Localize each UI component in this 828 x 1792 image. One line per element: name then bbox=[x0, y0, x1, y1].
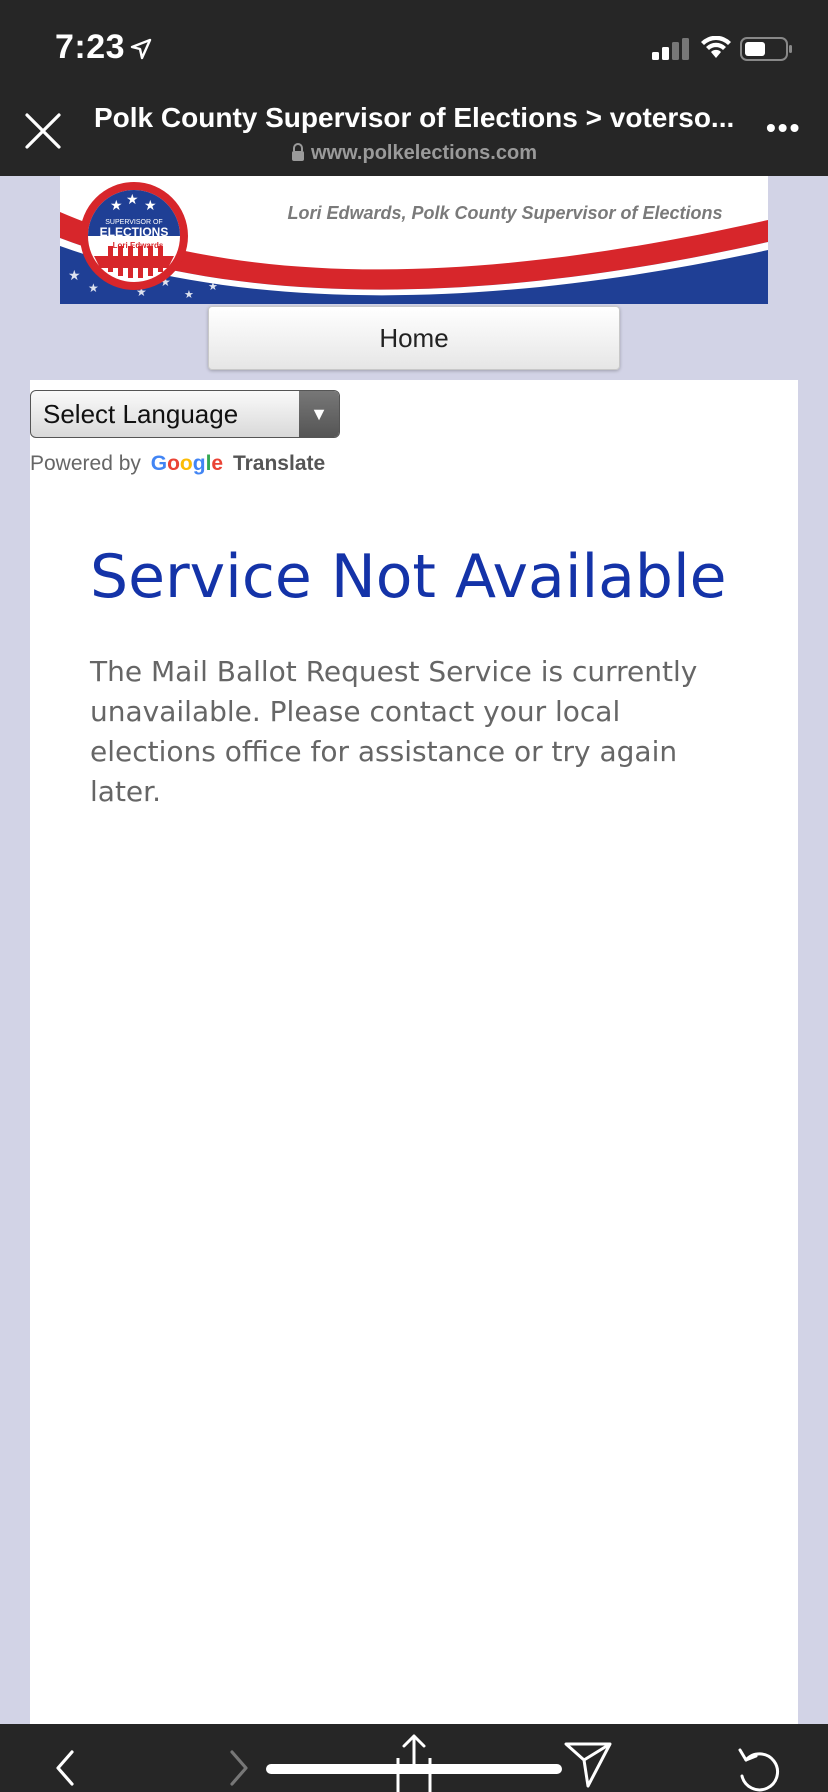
svg-text:★: ★ bbox=[126, 191, 139, 207]
svg-text:★: ★ bbox=[88, 281, 99, 295]
url-text: www.polkelections.com bbox=[311, 142, 537, 164]
home-button[interactable]: Home bbox=[208, 306, 620, 370]
google-translate-attribution: Powered by Google Translate bbox=[30, 452, 325, 476]
forward-icon[interactable] bbox=[224, 1744, 254, 1788]
translate-link[interactable]: Translate bbox=[233, 452, 325, 475]
location-arrow-icon bbox=[130, 38, 152, 60]
browser-toolbar bbox=[0, 1724, 828, 1792]
election-seal-logo: ★ ★ ★ SUPERVISOR OF ELECTIONS Lori Edwards bbox=[80, 182, 188, 290]
google-logo[interactable]: Google bbox=[151, 452, 223, 475]
language-select[interactable]: Select Language ▼ bbox=[30, 390, 340, 438]
page-title: Polk County Supervisor of Elections > vo… bbox=[94, 102, 734, 133]
svg-text:★: ★ bbox=[110, 197, 123, 213]
svg-text:ELECTIONS: ELECTIONS bbox=[100, 225, 169, 239]
svg-text:Lori Edwards: Lori Edwards bbox=[113, 241, 164, 250]
language-select-label: Select Language bbox=[43, 399, 239, 429]
status-bar: 7:23 bbox=[0, 0, 828, 98]
svg-text:★: ★ bbox=[68, 267, 81, 283]
dropdown-arrow-icon: ▼ bbox=[299, 391, 339, 437]
browser-header: Polk County Supervisor of Elections > vo… bbox=[0, 98, 828, 176]
page-heading: Service Not Available bbox=[90, 542, 727, 612]
home-indicator[interactable] bbox=[266, 1764, 562, 1774]
battery-icon bbox=[740, 37, 792, 61]
banner-tagline: Lori Edwards, Polk County Supervisor of … bbox=[287, 203, 723, 223]
status-time: 7:23 bbox=[55, 28, 126, 66]
reload-icon[interactable] bbox=[736, 1746, 784, 1792]
send-icon[interactable] bbox=[564, 1738, 612, 1788]
share-icon[interactable] bbox=[390, 1732, 438, 1792]
lock-icon bbox=[292, 143, 304, 161]
site-banner[interactable]: ★★ ★★ ★★ ★ ★★★ SUPERVISOR OF ELECTIONS L… bbox=[60, 176, 768, 304]
back-icon[interactable] bbox=[50, 1744, 80, 1788]
more-options-button[interactable]: ••• bbox=[766, 112, 801, 144]
svg-text:★: ★ bbox=[144, 197, 157, 213]
wifi-icon bbox=[701, 36, 731, 58]
content-panel: Select Language ▼ Powered by Google Tran… bbox=[30, 380, 798, 1724]
page-url: www.polkelections.com bbox=[0, 142, 828, 165]
banner-graphic: ★★ ★★ ★★ ★ ★★★ SUPERVISOR OF ELECTIONS L… bbox=[60, 182, 768, 304]
svg-text:★: ★ bbox=[208, 281, 218, 293]
signal-icon bbox=[652, 38, 689, 60]
svg-text:★: ★ bbox=[184, 289, 194, 301]
service-message: The Mail Ballot Request Service is curre… bbox=[90, 655, 698, 808]
powered-by-text: Powered by bbox=[30, 452, 141, 475]
